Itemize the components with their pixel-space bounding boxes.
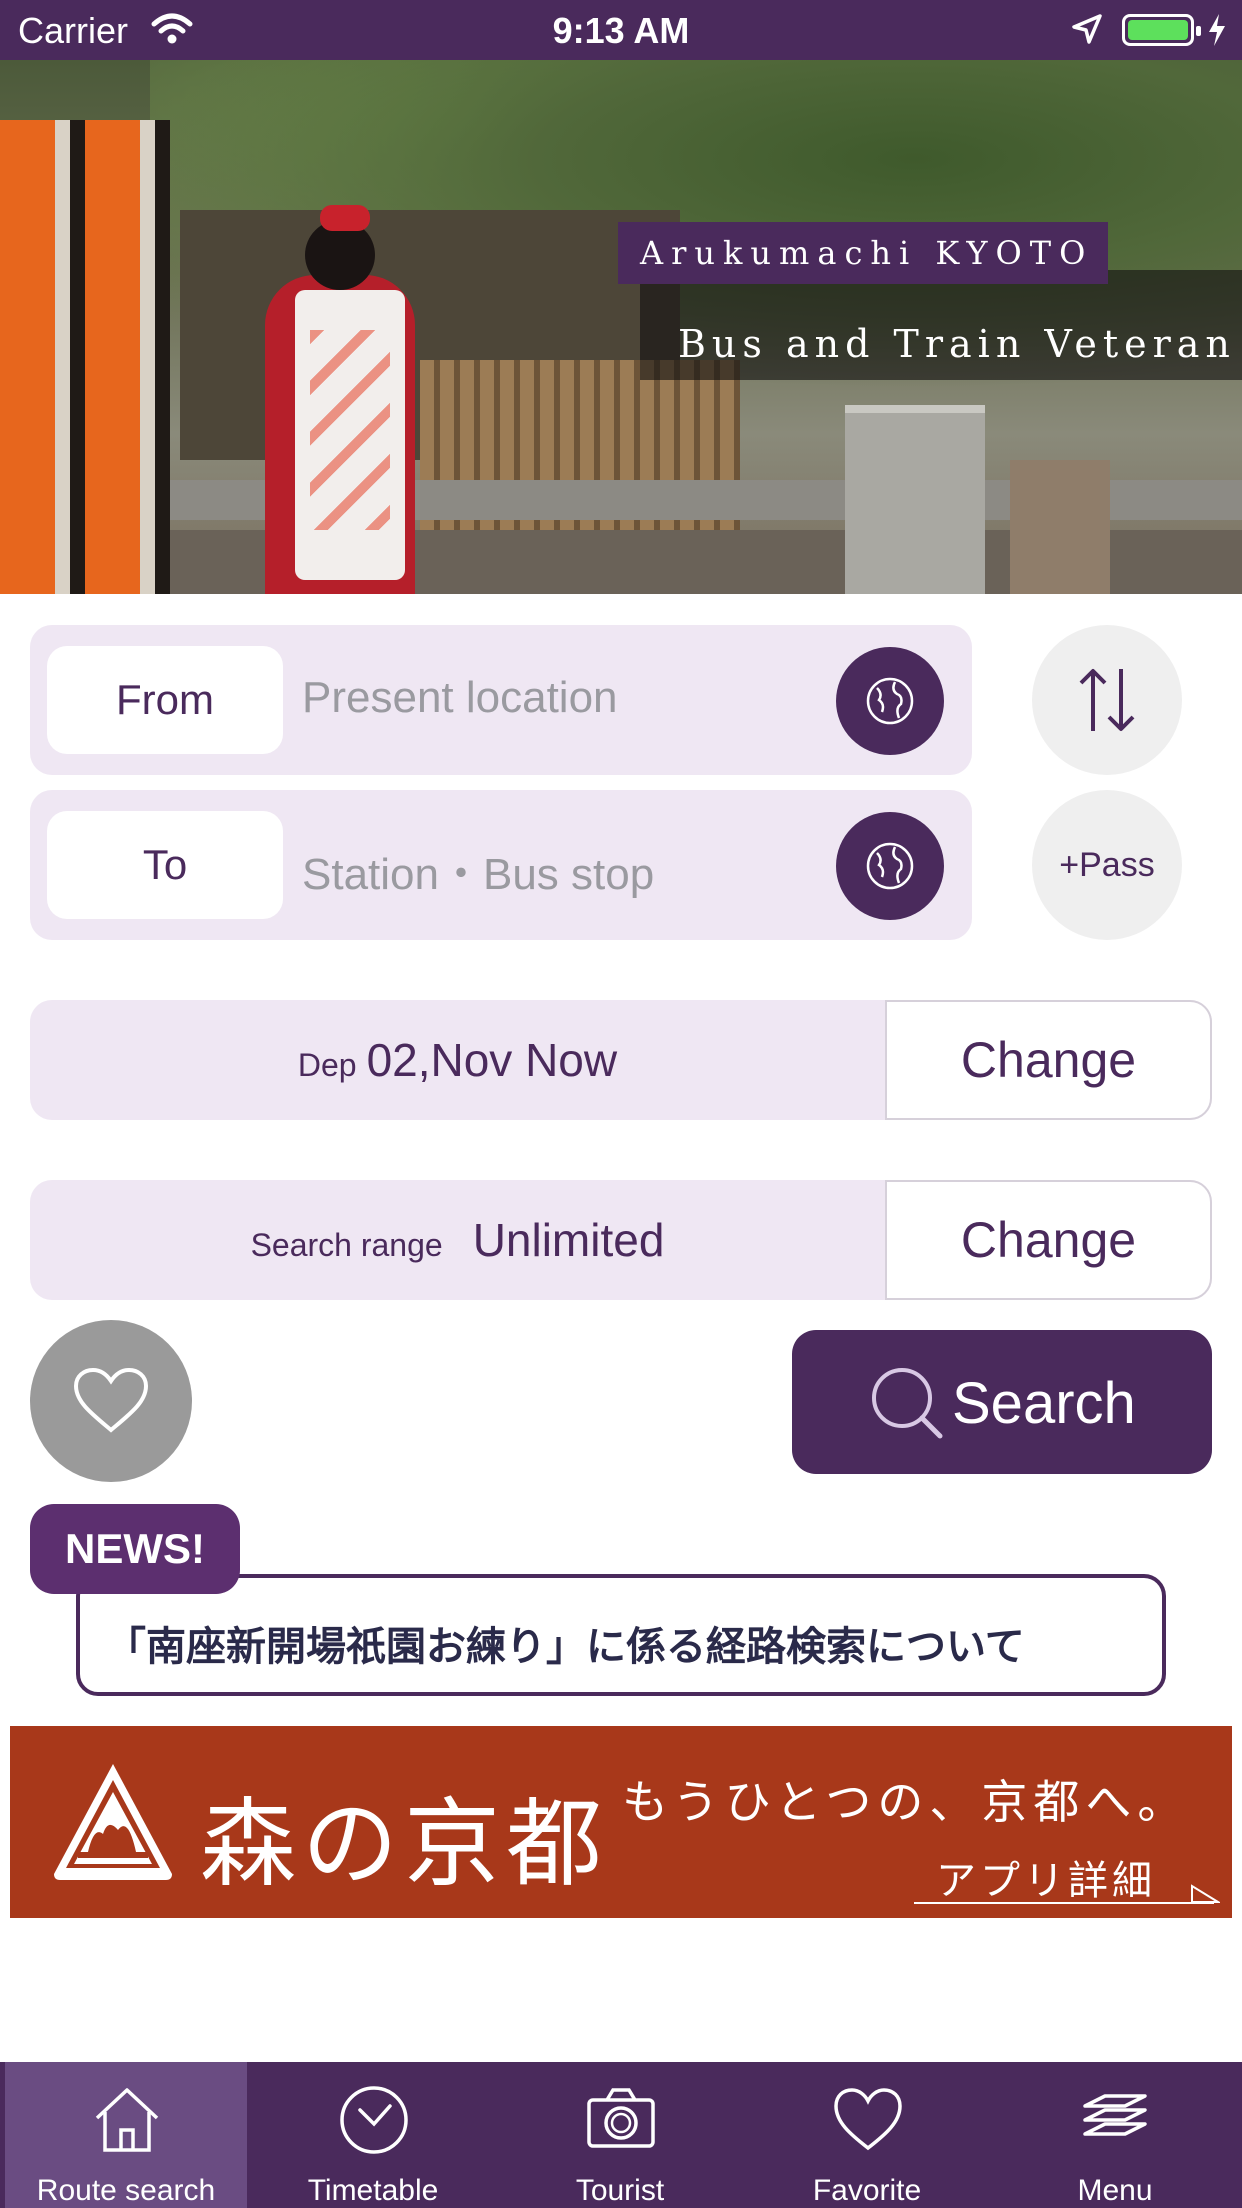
status-time: 9:13 AM xyxy=(552,10,690,51)
clock-icon xyxy=(340,2086,408,2154)
departure-info: Dep 02,Nov Now xyxy=(30,1000,885,1120)
hero-geisha-figure xyxy=(255,180,425,594)
news-card[interactable]: 「南座新開場祇園お練り」に係る経路検索について xyxy=(76,1574,1166,1696)
banner-title: 森の京都 xyxy=(200,1788,608,1900)
banner-app-details-link[interactable]: アプリ詳細 xyxy=(936,1848,1156,1906)
search-range-prefix: Search range xyxy=(250,1227,443,1263)
tab-timetable[interactable]: Timetable xyxy=(252,2062,494,2208)
from-map-button[interactable] xyxy=(836,647,944,755)
heart-icon xyxy=(73,1367,149,1433)
to-input[interactable]: Station・Bus stop xyxy=(302,838,654,902)
news-headline[interactable]: 「南座新開場祇園お練り」に係る経路検索について xyxy=(106,1614,1025,1672)
departure-prefix: Dep xyxy=(297,1047,357,1083)
from-label: From xyxy=(47,646,283,754)
hero-wooden-post xyxy=(1010,460,1110,594)
location-arrow-icon xyxy=(1070,12,1104,51)
from-field[interactable]: From Present location xyxy=(30,625,972,775)
add-favorite-button[interactable] xyxy=(30,1320,192,1482)
from-input[interactable]: Present location xyxy=(302,673,618,723)
search-range-value: Unlimited xyxy=(472,1214,665,1266)
news-badge: NEWS! xyxy=(30,1504,240,1594)
to-map-button[interactable] xyxy=(836,812,944,920)
home-icon xyxy=(95,2088,159,2152)
ad-banner[interactable]: 森の京都 もうひとつの、京都へ。 アプリ詳細 xyxy=(10,1726,1232,1918)
app-subtitle: Bus and Train Veteran xyxy=(678,322,1236,366)
heart-icon xyxy=(834,2088,902,2151)
search-button[interactable]: Search xyxy=(792,1330,1212,1474)
swap-arrows-icon xyxy=(1079,669,1135,731)
change-departure-button[interactable]: Change xyxy=(885,1000,1212,1120)
hero-shrine-posts xyxy=(0,120,170,594)
tab-menu[interactable]: Menu xyxy=(993,2062,1237,2208)
charging-bolt-icon xyxy=(1206,12,1228,53)
layers-icon xyxy=(1083,2094,1147,2136)
search-button-label: Search xyxy=(952,1371,1136,1436)
tab-label: Favorite xyxy=(812,2174,922,2207)
departure-bar: Dep 02,Nov Now Change xyxy=(30,1000,1212,1120)
tab-bar: Route search Timetable Tourist Favorite … xyxy=(0,2062,1242,2208)
to-label: To xyxy=(47,811,283,919)
change-search-range-button[interactable]: Change xyxy=(885,1180,1212,1300)
camera-icon xyxy=(587,2088,655,2148)
departure-value: 02,Nov Now xyxy=(366,1034,618,1086)
banner-tagline: もうひとつの、京都へ。 xyxy=(622,1775,1190,1829)
search-icon xyxy=(872,1368,943,1439)
globe-icon xyxy=(866,842,914,890)
search-range-bar: Search range Unlimited Change xyxy=(30,1180,1212,1300)
search-range-info: Search range Unlimited xyxy=(30,1180,885,1300)
forest-logo-icon xyxy=(48,1756,178,1891)
app-title: Arukumachi KYOTO xyxy=(618,222,1108,284)
globe-icon xyxy=(866,677,914,725)
tab-label: Route search xyxy=(36,2174,216,2207)
hero-stone-pillar xyxy=(845,405,985,594)
status-bar: Carrier 9:13 AM xyxy=(0,0,1242,60)
swap-stations-button[interactable] xyxy=(1032,625,1182,775)
tab-label: Menu xyxy=(1077,2174,1153,2207)
banner-arrow-icon xyxy=(1190,1884,1222,1909)
tab-label: Tourist xyxy=(575,2174,665,2207)
tab-route-search[interactable]: Route search xyxy=(5,2062,247,2208)
to-field[interactable]: To Station・Bus stop xyxy=(30,790,972,940)
tab-favorite[interactable]: Favorite xyxy=(746,2062,988,2208)
tab-tourist[interactable]: Tourist xyxy=(499,2062,741,2208)
tab-label: Timetable xyxy=(307,2174,439,2207)
add-pass-button[interactable]: +Pass xyxy=(1032,790,1182,940)
banner-link-underline xyxy=(914,1902,1214,1904)
hero-banner: Arukumachi KYOTO Bus and Train Veteran xyxy=(0,60,1242,594)
battery-icon xyxy=(1122,14,1201,46)
